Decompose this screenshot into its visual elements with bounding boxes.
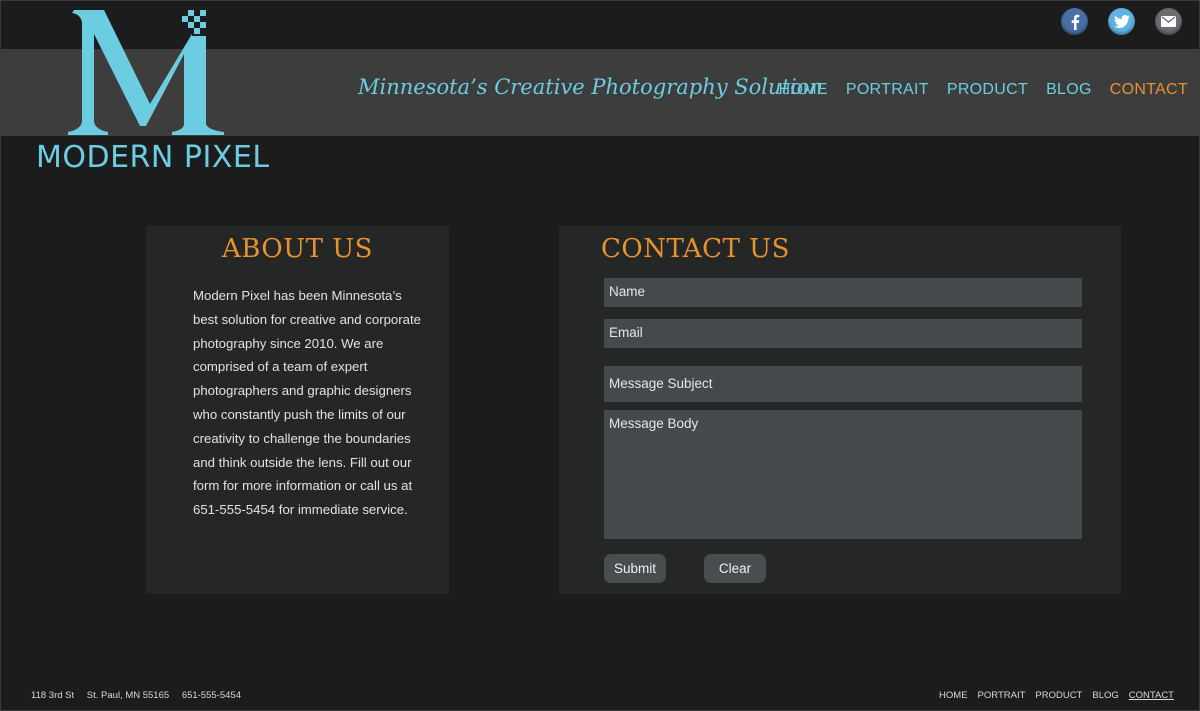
nav-blog[interactable]: BLOG <box>1046 81 1092 99</box>
message-body-field[interactable]: Message Body <box>604 410 1082 539</box>
nav-home[interactable]: HOME <box>779 81 828 99</box>
brand-name: MODERN PIXEL <box>36 140 270 175</box>
footer-nav-blog[interactable]: BLOG <box>1092 690 1118 701</box>
footer-nav-contact[interactable]: CONTACT <box>1129 690 1174 701</box>
logo-m-icon[interactable] <box>60 6 240 136</box>
footer-nav-portrait[interactable]: PORTRAIT <box>978 690 1026 701</box>
social-links <box>1061 8 1182 35</box>
nav-product[interactable]: PRODUCT <box>947 81 1028 99</box>
about-text: Modern Pixel has been Minnesota’s best s… <box>193 288 421 518</box>
contact-panel: CONTACT US Name Email Message Subject Me… <box>559 226 1121 594</box>
submit-button[interactable]: Submit <box>604 554 666 583</box>
nav-contact[interactable]: CONTACT <box>1110 81 1188 99</box>
contact-title: CONTACT US <box>601 234 790 264</box>
footer-city: St. Paul, MN 55165 <box>86 690 170 701</box>
facebook-icon[interactable] <box>1061 8 1088 35</box>
email-field[interactable]: Email <box>604 319 1082 348</box>
footer-nav: HOME PORTRAIT PRODUCT BLOG CONTACT <box>939 690 1174 701</box>
mail-icon[interactable] <box>1155 8 1182 35</box>
subject-field[interactable]: Message Subject <box>604 366 1082 402</box>
about-panel: ABOUT US Modern Pixel has been Minnesota… <box>146 226 449 594</box>
clear-button[interactable]: Clear <box>704 554 766 583</box>
footer-nav-home[interactable]: HOME <box>939 690 968 701</box>
footer-nav-product[interactable]: PRODUCT <box>1035 690 1082 701</box>
footer-phone: 651-555-5454 <box>181 690 241 701</box>
main-nav: HOME PORTRAIT PRODUCT BLOG CONTACT <box>779 81 1188 99</box>
nav-portrait[interactable]: PORTRAIT <box>846 81 929 99</box>
footer-address: 118 3rd St St. Paul, MN 55165 651-555-54… <box>31 690 251 701</box>
footer-street: 118 3rd St <box>31 690 75 701</box>
name-field[interactable]: Name <box>604 278 1082 307</box>
tagline: Minnesota’s Creative Photography Solutio… <box>358 75 823 99</box>
about-title: ABOUT US <box>222 234 373 264</box>
twitter-icon[interactable] <box>1108 8 1135 35</box>
